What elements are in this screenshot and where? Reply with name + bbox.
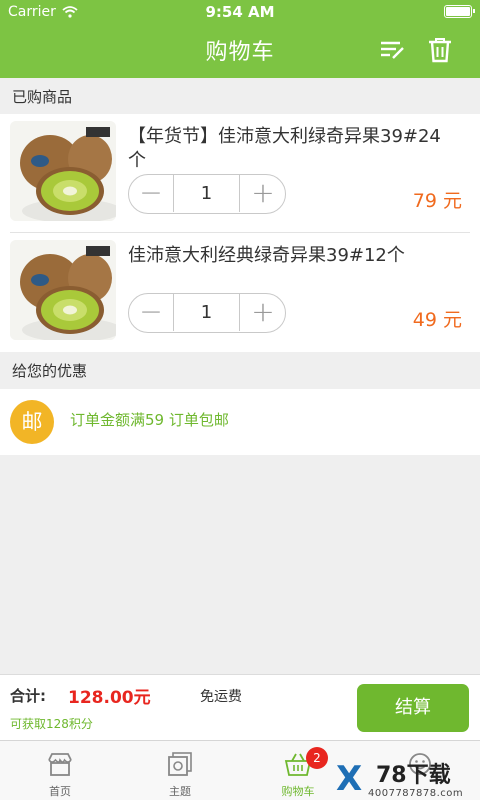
quantity-stepper: − 1 + — [128, 293, 286, 333]
status-time: 9:54 AM — [205, 3, 275, 21]
item-title: 佳沛意大利经典绿奇异果39#12个 — [128, 245, 405, 266]
cart-item: 佳沛意大利经典绿奇异果39#12个 − 1 + 49 元 — [0, 233, 480, 351]
store-icon — [48, 753, 72, 776]
settle-button[interactable]: 结算 — [357, 684, 469, 732]
item-title: 【年货节】佳沛意大利绿奇异果39#24个 — [128, 126, 441, 171]
promo-text: 订单金额满59 订单包邮 — [70, 411, 229, 429]
tab-label: 主题 — [169, 785, 191, 798]
cart-count-badge: 2 — [306, 747, 328, 769]
watermark-url: 4007787878.com — [368, 788, 464, 799]
kiwi-product-image — [10, 240, 116, 340]
cart-item: 【年货节】佳沛意大利绿奇异果39#24个 − 1 + 79 元 — [0, 114, 480, 232]
gallery-icon — [168, 752, 192, 776]
watermark-x-mark: X — [336, 759, 363, 799]
promo-row[interactable]: 邮 订单金额满59 订单包邮 — [0, 389, 480, 455]
total-amount: 128.00元 — [68, 688, 151, 708]
edit-list-icon — [381, 41, 404, 59]
status-bar: Carrier 9:54 AM — [0, 0, 480, 24]
watermark-brand: 78下载 — [376, 763, 451, 788]
cart-items-list: 【年货节】佳沛意大利绿奇异果39#24个 − 1 + 79 元 佳沛意大利经典绿… — [0, 114, 480, 352]
tab-home[interactable]: 首页 — [10, 741, 110, 800]
decrease-quantity-button[interactable]: − — [129, 294, 173, 331]
section-purchased-header: 已购商品 — [0, 78, 480, 116]
free-shipping-badge: 邮 — [10, 400, 54, 444]
shipping-note: 免运费 — [200, 689, 242, 705]
kiwi-product-image — [10, 121, 116, 221]
decrease-quantity-button[interactable]: − — [129, 175, 173, 212]
increase-quantity-button[interactable]: + — [241, 294, 285, 331]
item-price: 49 元 — [412, 309, 462, 331]
watermark-logo: X 78下载 4007787878.com — [332, 760, 480, 800]
item-price: 79 元 — [412, 190, 462, 212]
edit-button[interactable] — [378, 36, 406, 64]
checkout-bar: 合计: 128.00元 免运费 可获取128积分 结算 — [0, 674, 480, 740]
page-title: 购物车 — [205, 40, 275, 65]
product-image[interactable] — [10, 121, 116, 221]
quantity-value[interactable]: 1 — [173, 175, 240, 212]
delete-button[interactable] — [426, 36, 454, 64]
increase-quantity-button[interactable]: + — [241, 175, 285, 212]
product-image[interactable] — [10, 240, 116, 340]
quantity-value[interactable]: 1 — [173, 294, 240, 331]
battery-icon — [444, 5, 475, 18]
tab-theme[interactable]: 主题 — [130, 741, 230, 800]
total-label: 合计: — [10, 687, 46, 705]
points-note: 可获取128积分 — [10, 717, 93, 731]
section-offers-header: 给您的优惠 — [0, 352, 480, 390]
trash-icon — [429, 38, 451, 63]
tab-label: 首页 — [49, 785, 71, 798]
quantity-stepper: − 1 + — [128, 174, 286, 214]
app-header: Carrier 9:54 AM 购物车 — [0, 0, 480, 78]
